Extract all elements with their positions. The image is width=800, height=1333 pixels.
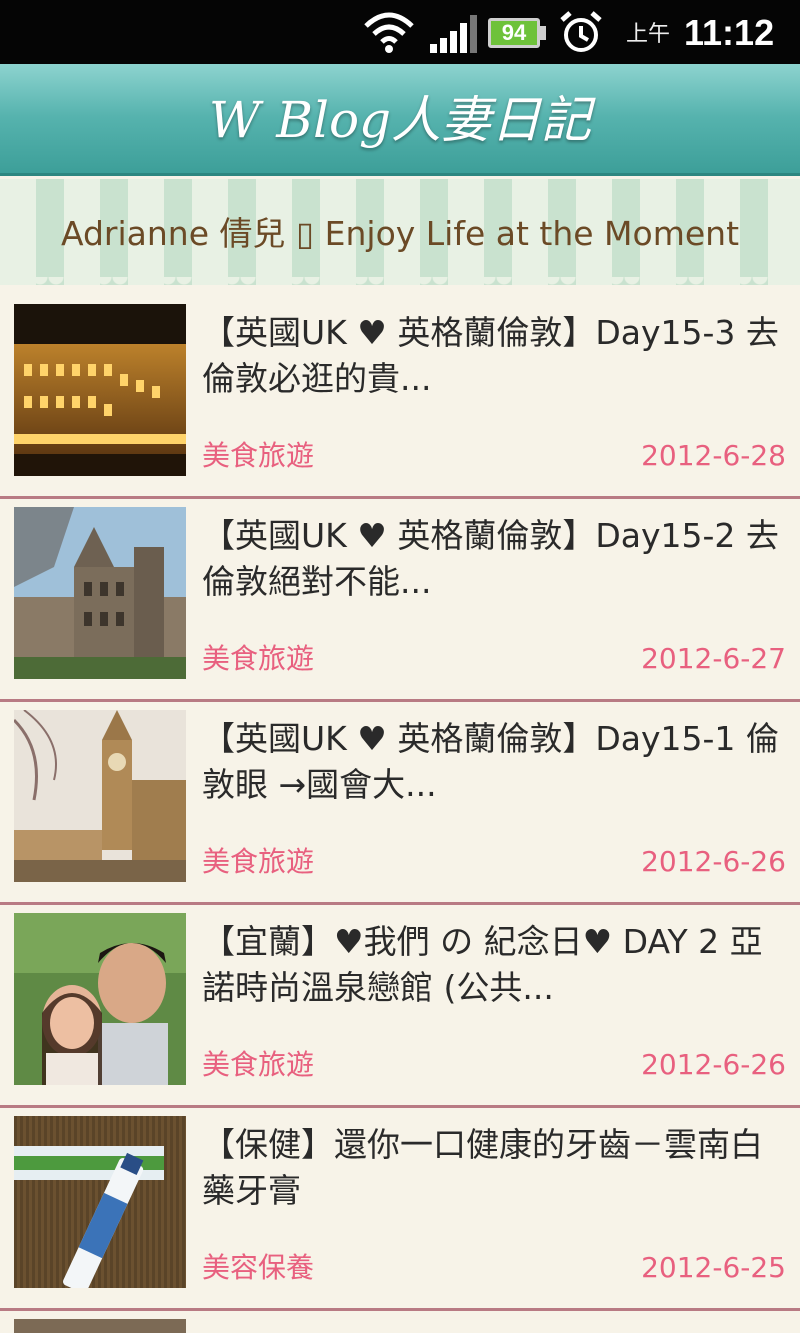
- post-title[interactable]: 【英國UK ♥ 英格蘭倫敦】Day15-2 去倫敦絕對不能...: [202, 513, 788, 605]
- post-date: 2012-6-25: [641, 1251, 786, 1284]
- list-item[interactable]: 【英國UK ♥ 英格蘭倫敦】Day15-2 去倫敦絕對不能... 美食旅遊 20…: [0, 499, 800, 702]
- post-thumbnail[interactable]: [14, 710, 186, 882]
- blog-banner: Adrianne 倩兒 ▯ Enjoy Life at the Moment: [0, 179, 800, 293]
- post-thumbnail[interactable]: [14, 304, 186, 476]
- post-title[interactable]: 【宜蘭】♥我們 の 紀念日♥ DAY 2 亞諾時尚溫泉戀館 (公共...: [202, 919, 788, 1011]
- post-title[interactable]: 【英國UK ♥ 英格蘭倫敦】Day15-1 倫敦眼 →國會大...: [202, 716, 788, 808]
- post-thumbnail[interactable]: [14, 913, 186, 1085]
- post-date: 2012-6-27: [641, 642, 786, 675]
- list-item[interactable]: 【英國UK ♥ 英格蘭倫敦】Day15-3 去倫敦必逛的貴... 美食旅遊 20…: [0, 296, 800, 499]
- clock-ampm: 上午: [626, 22, 671, 47]
- post-category[interactable]: 美食旅遊: [202, 639, 314, 679]
- post-category[interactable]: 美容保養: [202, 1248, 314, 1288]
- clock-time: 11:12: [684, 12, 775, 53]
- app-title: W Blog人妻日記: [208, 91, 592, 149]
- post-date: 2012-6-28: [641, 439, 786, 472]
- list-item[interactable]: 【宜蘭】♥我們 の 紀念日♥ DAY 2 亞諾時尚溫泉戀館 (公共... 美食旅…: [0, 905, 800, 1108]
- list-item[interactable]: 【英國UK ♥ 英格蘭倫敦】Day15-1 倫敦眼 →國會大... 美食旅遊 2…: [0, 702, 800, 905]
- list-item[interactable]: [0, 1311, 800, 1333]
- battery-icon: 94: [488, 14, 548, 50]
- app-header: W Blog人妻日記: [0, 64, 800, 176]
- post-title[interactable]: 【保健】還你一口健康的牙齒－雲南白藥牙膏: [202, 1122, 788, 1214]
- post-list: 【英國UK ♥ 英格蘭倫敦】Day15-3 去倫敦必逛的貴... 美食旅遊 20…: [0, 296, 800, 1333]
- wifi-icon: [362, 10, 416, 54]
- signal-icon: [430, 14, 478, 54]
- post-thumbnail[interactable]: [14, 1319, 186, 1333]
- post-category[interactable]: 美食旅遊: [202, 842, 314, 882]
- list-item[interactable]: 【保健】還你一口健康的牙齒－雲南白藥牙膏 美容保養 2012-6-25: [0, 1108, 800, 1311]
- post-date: 2012-6-26: [641, 1048, 786, 1081]
- post-title[interactable]: 【英國UK ♥ 英格蘭倫敦】Day15-3 去倫敦必逛的貴...: [202, 310, 788, 402]
- battery-percent: 94: [501, 20, 527, 45]
- blog-tagline: Adrianne 倩兒 ▯ Enjoy Life at the Moment: [60, 214, 740, 253]
- post-thumbnail[interactable]: [14, 1116, 186, 1288]
- post-thumbnail[interactable]: [14, 507, 186, 679]
- post-category[interactable]: 美食旅遊: [202, 1045, 314, 1085]
- post-date: 2012-6-26: [641, 845, 786, 878]
- post-category[interactable]: 美食旅遊: [202, 436, 314, 476]
- alarm-clock-icon: [558, 10, 604, 54]
- status-bar: 94 上午 11:12: [0, 0, 800, 64]
